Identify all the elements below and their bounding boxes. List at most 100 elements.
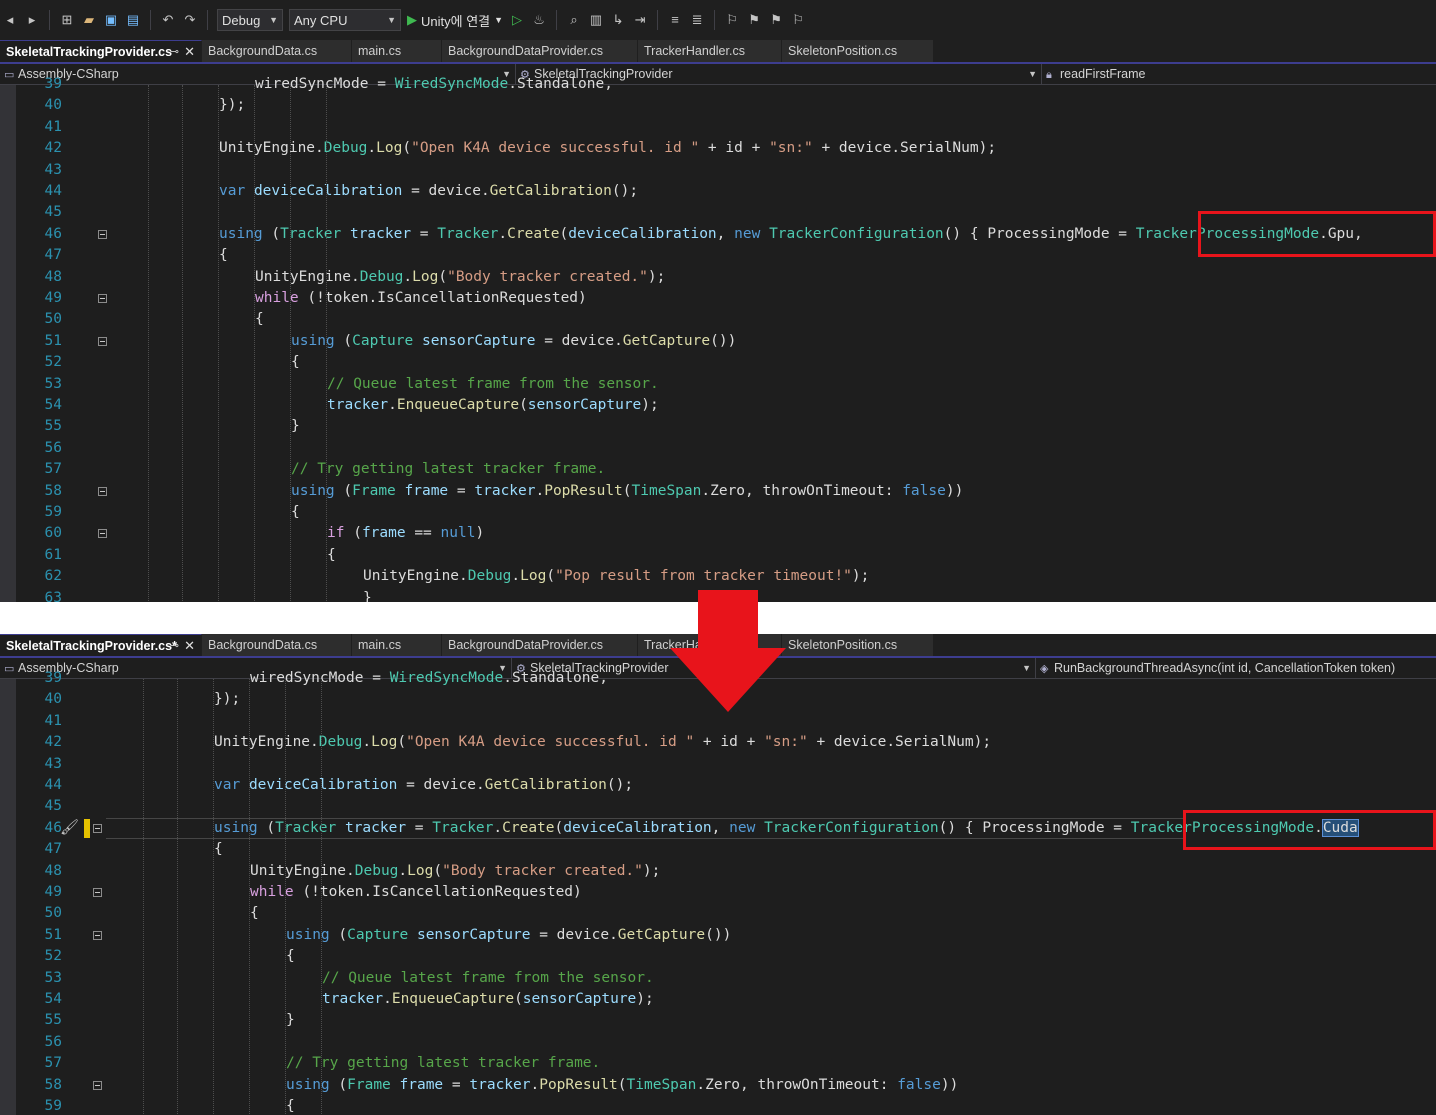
code-line[interactable]: 43 (0, 160, 1436, 181)
tab-skeletal-tracking-provider[interactable]: SkeletalTrackingProvider.cs ⊸ ✕ (0, 40, 202, 62)
code-line[interactable]: 42 UnityEngine.Debug.Log("Open K4A device… (0, 138, 1436, 159)
code-line[interactable]: 49 while (!token.IsCancellationRequested) (0, 288, 1436, 309)
code-line[interactable]: 44 var deviceCalibration = device.GetCali… (0, 181, 1436, 202)
line-number: 50 (44, 311, 62, 328)
save-icon[interactable]: ▣ (103, 12, 119, 28)
code-line[interactable]: 57 // Try getting latest tracker frame. (0, 459, 1436, 480)
platform-dropdown[interactable]: Any CPU ▼ (289, 9, 401, 31)
back-icon[interactable]: ◂ (2, 12, 18, 28)
bookmark-next-icon[interactable]: ⚑ (768, 12, 784, 28)
layout-icon[interactable]: ▥ (588, 12, 604, 28)
find-icon[interactable]: ⌕ (566, 12, 582, 28)
collapse-icon[interactable] (98, 486, 107, 496)
code-line[interactable]: 58 using (Frame frame = tracker.PopResult… (0, 481, 1436, 502)
close-icon[interactable]: ✕ (184, 41, 195, 62)
line-number: 53 (44, 969, 62, 986)
redo-icon[interactable]: ↷ (182, 12, 198, 28)
tab-background-data[interactable]: BackgroundData.cs (202, 40, 352, 62)
code-line[interactable]: 55} (0, 416, 1436, 437)
pin-icon[interactable]: ⊸ (170, 41, 179, 62)
code-text: { (286, 948, 295, 965)
tab-tracker-handler[interactable]: TrackerHandler.cs (638, 40, 782, 62)
close-icon[interactable]: ✕ (184, 635, 195, 656)
tab-background-data-provider[interactable]: BackgroundDataProvider.cs (442, 40, 638, 62)
code-line[interactable]: 53 // Queue latest frame from the sensor. (0, 374, 1436, 395)
hot-reload-icon[interactable]: ♨ (531, 12, 547, 28)
comment-icon[interactable]: ≡ (667, 12, 683, 28)
line-number: 55 (44, 418, 62, 435)
step-icon[interactable]: ↳ (610, 12, 626, 28)
code-line[interactable]: 49 while (!token.IsCancellationRequested) (0, 882, 1436, 903)
tab-skeleton-position[interactable]: SkeletonPosition.cs (782, 40, 934, 62)
collapse-icon[interactable] (93, 1080, 102, 1090)
collapse-icon[interactable] (93, 823, 102, 833)
collapse-icon[interactable] (98, 336, 107, 346)
indent-guide (177, 679, 178, 1115)
line-number: 42 (44, 734, 62, 751)
code-editor[interactable]: 39 wiredSyncMode = WiredSyncMode.Standalo… (0, 670, 1436, 1115)
code-line[interactable]: 54 tracker.EnqueueCapture(sensorCapture); (0, 989, 1436, 1010)
line-number: 50 (44, 905, 62, 922)
code-line[interactable]: 48 UnityEngine.Debug.Log("Body tracker cr… (0, 267, 1436, 288)
new-project-icon[interactable]: ⊞ (59, 12, 75, 28)
indent-icon[interactable]: ⇥ (632, 12, 648, 28)
code-text: using (Tracker tracker = Tracker.Create(… (219, 225, 1363, 242)
code-line[interactable]: 60 if (frame == null) (0, 523, 1436, 544)
collapse-icon[interactable] (93, 888, 102, 897)
tab-main[interactable]: main.cs (352, 40, 442, 62)
play-no-debug-icon[interactable]: ▷ (509, 12, 525, 28)
code-line[interactable]: 40}); (0, 95, 1436, 116)
code-line[interactable]: 58 using (Frame frame = tracker.PopResult… (0, 1075, 1436, 1096)
tab-skeleton-position[interactable]: SkeletonPosition.cs (782, 634, 934, 656)
code-line[interactable]: 53 // Queue latest frame from the sensor. (0, 968, 1436, 989)
code-editor[interactable]: 39 wiredSyncMode = WiredSyncMode.Standalo… (0, 76, 1436, 602)
code-line[interactable]: 62 UnityEngine.Debug.Log("Pop result from… (0, 566, 1436, 587)
code-line[interactable]: 59 { (0, 1096, 1436, 1115)
code-line[interactable]: 39 wiredSyncMode = WiredSyncMode.Standalo… (0, 74, 1436, 95)
pin-icon[interactable]: ⊸ (170, 635, 179, 656)
code-line[interactable]: 61 { (0, 545, 1436, 566)
forward-icon[interactable]: ▸ (24, 12, 40, 28)
indent-guide (249, 679, 250, 1115)
code-line[interactable]: 44 var deviceCalibration = device.GetCali… (0, 775, 1436, 796)
collapse-icon[interactable] (98, 294, 107, 303)
code-line[interactable]: 48 UnityEngine.Debug.Log("Body tracker cr… (0, 861, 1436, 882)
bookmark-icon[interactable]: ⚐ (724, 12, 740, 28)
code-line[interactable]: 42 UnityEngine.Debug.Log("Open K4A device… (0, 732, 1436, 753)
line-number: 46 (44, 225, 62, 242)
code-line[interactable]: 41 (0, 117, 1436, 138)
open-icon[interactable]: ▰ (81, 12, 97, 28)
collapse-icon[interactable] (98, 529, 107, 539)
tab-main[interactable]: main.cs (352, 634, 442, 656)
code-line[interactable]: 52 { (0, 946, 1436, 967)
code-line[interactable]: 55} (0, 1010, 1436, 1031)
line-number: 44 (44, 777, 62, 793)
code-line[interactable]: 43 (0, 754, 1436, 775)
code-line[interactable]: 59 { (0, 502, 1436, 523)
start-debug-button[interactable]: ▶ Unity에 연결 ▼ (407, 11, 503, 30)
code-line[interactable]: 54 tracker.EnqueueCapture(sensorCapture); (0, 395, 1436, 416)
uncomment-icon[interactable]: ≣ (689, 12, 705, 28)
code-line[interactable]: 56 (0, 1032, 1436, 1053)
collapse-icon[interactable] (98, 229, 107, 239)
line-number: 60 (44, 525, 62, 542)
code-line[interactable]: 57 // Try getting latest tracker frame. (0, 1053, 1436, 1074)
quick-action-brush-icon[interactable]: 🖌︎ (60, 818, 79, 836)
undo-icon[interactable]: ↶ (160, 12, 176, 28)
code-line[interactable]: 56 (0, 438, 1436, 459)
code-line[interactable]: 50 { (0, 903, 1436, 924)
tab-background-data[interactable]: BackgroundData.cs (202, 634, 352, 656)
code-line[interactable]: 52 { (0, 352, 1436, 373)
configuration-dropdown[interactable]: Debug ▼ (217, 9, 283, 31)
code-line[interactable]: 51 using (Capture sensorCapture = device.… (0, 925, 1436, 946)
code-line[interactable]: 50 { (0, 309, 1436, 330)
code-line[interactable]: 51 using (Capture sensorCapture = device.… (0, 331, 1436, 352)
tab-background-data-provider[interactable]: BackgroundDataProvider.cs (442, 634, 638, 656)
bookmark-prev-icon[interactable]: ⚑ (746, 12, 762, 28)
code-text: UnityEngine.Debug.Log("Body tracker crea… (255, 268, 666, 285)
tab-skeletal-tracking-provider-modified[interactable]: SkeletalTrackingProvider.cs* ⊸ ✕ (0, 634, 202, 656)
bookmark-clear-icon[interactable]: ⚐ (790, 12, 806, 28)
collapse-icon[interactable] (93, 930, 102, 940)
play-icon: ▶ (407, 12, 417, 27)
save-all-icon[interactable]: ▤ (125, 12, 141, 28)
